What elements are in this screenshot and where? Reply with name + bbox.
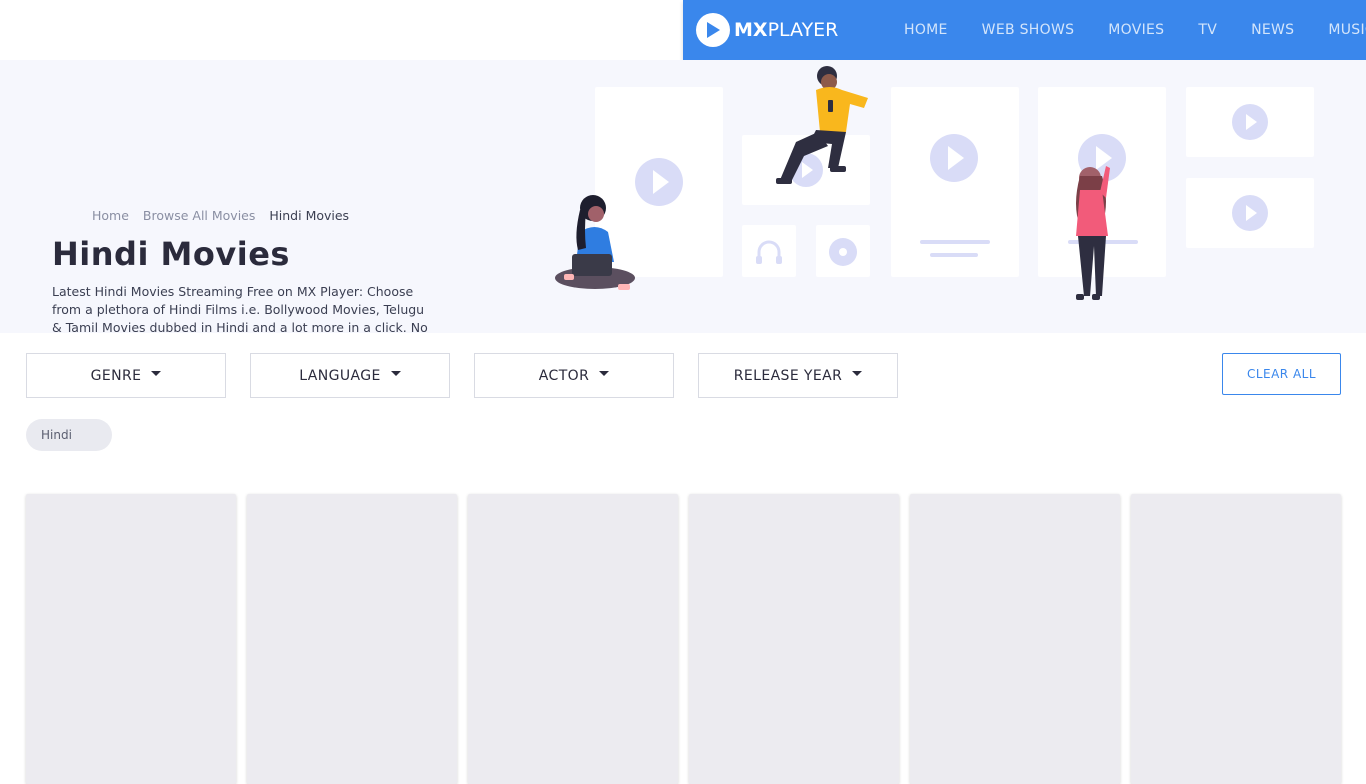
nav-web-shows[interactable]: WEB SHOWS: [982, 22, 1075, 38]
hero-illustration: [555, 66, 1314, 300]
caret-down-icon: [390, 371, 401, 376]
movie-card-placeholder[interactable]: [910, 494, 1120, 784]
breadcrumb-current: Hindi Movies: [269, 208, 350, 223]
hero-banner: Home Browse All Movies Hindi Movies Hind…: [0, 60, 1366, 333]
nav-news[interactable]: NEWS: [1251, 22, 1294, 38]
breadcrumb-home[interactable]: Home: [92, 208, 129, 223]
page-title: Hindi Movies: [52, 235, 290, 273]
nav-movies[interactable]: MOVIES: [1108, 22, 1164, 38]
main-nav: HOME WEB SHOWS MOVIES TV NEWS MUSIC: [904, 0, 1366, 60]
caret-down-icon: [852, 371, 863, 376]
nav-tv[interactable]: TV: [1198, 22, 1217, 38]
mx-player-logo[interactable]: MX PLAYER: [696, 12, 838, 48]
release-year-dropdown[interactable]: RELEASE YEAR: [698, 353, 898, 398]
actor-dropdown-label: ACTOR: [538, 367, 590, 384]
nav-home[interactable]: HOME: [904, 22, 948, 38]
page-description: Latest Hindi Movies Streaming Free on MX…: [52, 284, 428, 333]
language-dropdown-label: LANGUAGE: [299, 367, 381, 384]
movie-card-placeholder[interactable]: [689, 494, 899, 784]
language-dropdown[interactable]: LANGUAGE: [250, 353, 450, 398]
breadcrumb: Home Browse All Movies Hindi Movies: [92, 208, 363, 223]
caret-down-icon: [151, 371, 162, 376]
release-year-dropdown-label: RELEASE YEAR: [733, 367, 843, 384]
actor-dropdown[interactable]: ACTOR: [474, 353, 674, 398]
genre-dropdown-label: GENRE: [90, 367, 142, 384]
navbar: MX PLAYER HOME WEB SHOWS MOVIES TV NEWS …: [683, 0, 1366, 60]
nav-music[interactable]: MUSIC: [1328, 22, 1366, 38]
breadcrumb-browse-all-movies[interactable]: Browse All Movies: [143, 208, 255, 223]
movie-card-placeholder[interactable]: [468, 494, 678, 784]
caret-down-icon: [599, 371, 610, 376]
play-logo-icon: [696, 13, 730, 47]
movie-card-placeholder[interactable]: [1131, 494, 1341, 784]
active-filter-chip-hindi[interactable]: Hindi: [26, 419, 112, 451]
genre-dropdown[interactable]: GENRE: [26, 353, 226, 398]
logo-text-player: PLAYER: [767, 19, 839, 41]
movie-card-placeholder[interactable]: [26, 494, 236, 784]
logo-text-mx: MX: [734, 19, 768, 41]
clear-all-button[interactable]: CLEAR ALL: [1222, 353, 1341, 395]
movie-card-placeholder[interactable]: [247, 494, 457, 784]
